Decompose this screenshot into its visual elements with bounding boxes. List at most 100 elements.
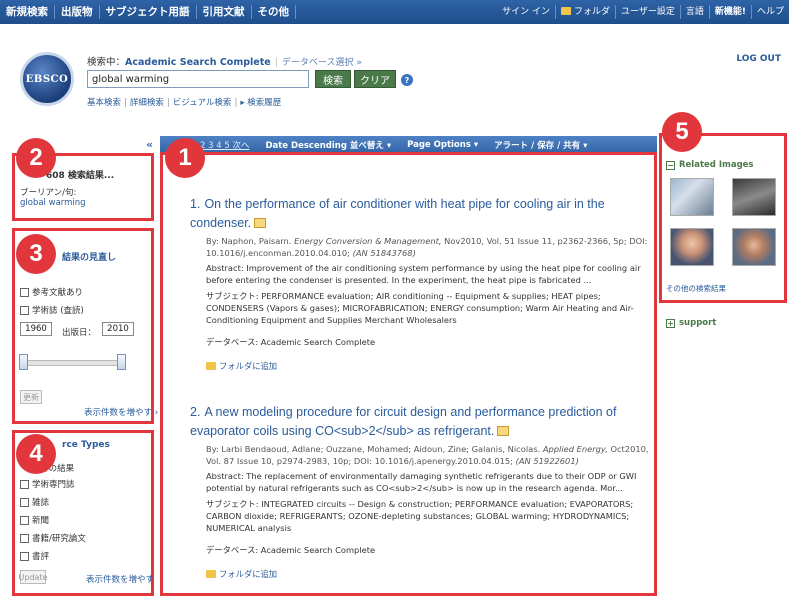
- refine-results-title: 結果の見直し: [62, 253, 117, 263]
- visual-search-link[interactable]: ビジュアル検索: [173, 98, 232, 108]
- logout-link[interactable]: LOG OUT: [736, 54, 781, 64]
- boolean-query[interactable]: global warming: [20, 198, 86, 208]
- related-image-thumbnail[interactable]: [670, 228, 714, 266]
- sort-dropdown[interactable]: Date Descending 並べ替え ▾: [265, 139, 391, 151]
- refine-update-button[interactable]: 更新: [20, 390, 42, 404]
- checkbox[interactable]: [20, 497, 29, 507]
- source-magazines[interactable]: 雑誌: [20, 496, 49, 508]
- full-text-icon[interactable]: [497, 426, 510, 436]
- result-title-text[interactable]: A new modeling procedure for circuit des…: [190, 405, 616, 438]
- source-show-more-link[interactable]: 表示件数を増やす: [86, 573, 154, 585]
- source-books[interactable]: 書籍/研究論文: [20, 532, 86, 544]
- collapse-left-panel-icon[interactable]: «: [146, 138, 153, 151]
- searching-database: 検索中：Academic Search Complete | データベース選択 »: [87, 57, 362, 68]
- nav-new-features[interactable]: 新機能!: [710, 5, 752, 19]
- expand-icon[interactable]: +: [666, 318, 675, 328]
- checkbox[interactable]: [20, 305, 29, 315]
- add-to-folder-link[interactable]: フォルダに追加: [206, 360, 650, 372]
- checkbox[interactable]: [20, 287, 29, 297]
- related-images-title[interactable]: − Related Images: [666, 160, 754, 170]
- scholarly-journals-label: 学術誌 (査読): [32, 306, 84, 316]
- nav-publications[interactable]: 出版物: [55, 5, 100, 19]
- result-subjects: サブジェクト: INTEGRATED circuits -- Design & …: [206, 499, 634, 533]
- result-title[interactable]: 2. A new modeling procedure for circuit d…: [190, 403, 650, 441]
- source-update-button[interactable]: Update: [19, 570, 48, 584]
- newspapers-label: 新聞: [32, 516, 50, 526]
- search-history-link[interactable]: ▸ 検索履歴: [240, 98, 281, 108]
- nav-new-search[interactable]: 新規検索: [0, 5, 55, 19]
- related-image-thumbnail[interactable]: [670, 178, 714, 216]
- source-newspapers[interactable]: 新聞: [20, 514, 49, 526]
- result-title[interactable]: 1. On the performance of air conditioner …: [190, 195, 650, 233]
- full-text-icon[interactable]: [254, 218, 267, 228]
- related-image-thumbnail[interactable]: [732, 178, 776, 216]
- folder-icon: [206, 570, 216, 578]
- ebsco-logo[interactable]: EBSCO: [20, 52, 74, 106]
- nav-help[interactable]: ヘルプ: [752, 5, 789, 19]
- searching-prefix: 検索中：: [87, 57, 126, 68]
- page: 新規検索 出版物 サブジェクト用語 引用文献 その他 サイン イン フォルダ ユ…: [0, 0, 789, 600]
- source-academic-journals[interactable]: 学術専門誌: [20, 478, 75, 490]
- pagination[interactable]: 2 3 4 5 次へ: [200, 139, 249, 151]
- results-toolbar: 2 3 4 5 次へ Date Descending 並べ替え ▾ Page O…: [160, 136, 657, 153]
- alert-save-share-dropdown[interactable]: アラート / 保存 / 共有 ▾: [494, 139, 587, 151]
- search-mode-links: 基本検索 | 詳細検索 | ビジュアル検索 | ▸ 検索履歴: [87, 98, 282, 108]
- result-subjects: サブジェクト: PERFORMANCE evaluation; AIR cond…: [206, 291, 634, 325]
- choose-databases-link[interactable]: データベース選択 »: [282, 58, 362, 68]
- checkbox[interactable]: [20, 479, 29, 489]
- top-navigation: 新規検索 出版物 サブジェクト用語 引用文献 その他 サイン イン フォルダ ユ…: [0, 0, 789, 24]
- search-button[interactable]: 検索: [315, 70, 351, 88]
- nav-cited-references[interactable]: 引用文献: [197, 5, 252, 19]
- advanced-search-link[interactable]: 詳細検索: [130, 98, 164, 108]
- related-image-thumbnail[interactable]: [732, 228, 776, 266]
- result-title-text[interactable]: On the performance of air conditioner wi…: [190, 197, 605, 230]
- peer-reviewed-option[interactable]: 学術誌 (査読): [20, 304, 84, 316]
- support-section[interactable]: + support: [666, 318, 716, 328]
- checkbox[interactable]: [20, 533, 29, 543]
- callout-badge-2: 2: [16, 138, 56, 178]
- nav-language[interactable]: 言語: [681, 5, 710, 19]
- checkbox[interactable]: [20, 551, 29, 561]
- add-to-folder-link[interactable]: フォルダに追加: [206, 568, 650, 580]
- magazines-label: 雑誌: [32, 498, 50, 508]
- result-database: データベース: Academic Search Complete: [206, 545, 376, 555]
- callout-badge-4: 4: [16, 434, 56, 474]
- page-options-dropdown[interactable]: Page Options ▾: [407, 140, 478, 150]
- publication-date-label: 出版日：: [62, 328, 97, 338]
- checkbox[interactable]: [20, 515, 29, 525]
- slider-handle-right[interactable]: [117, 354, 126, 370]
- result-citation: By: Larbi Bendaoud, Adlane; Ouzzane, Moh…: [206, 444, 649, 466]
- more-related-images-link[interactable]: その他の検索結果: [666, 283, 726, 294]
- search-input[interactable]: [87, 70, 309, 88]
- year-from-input[interactable]: 1960: [20, 322, 52, 336]
- result-abstract: Abstract: Improvement of the air conditi…: [206, 263, 641, 285]
- callout-badge-3: 3: [16, 234, 56, 274]
- add-to-folder-label: フォルダに追加: [219, 569, 278, 579]
- collapse-icon[interactable]: −: [666, 160, 675, 170]
- date-range-slider[interactable]: [22, 360, 126, 366]
- logo-text: EBSCO: [25, 73, 69, 85]
- full-text-option[interactable]: 参考文献あり: [20, 286, 83, 298]
- callout-badge-5: 5: [662, 112, 702, 152]
- academic-journals-label: 学術専門誌: [32, 480, 75, 490]
- result-item-1: 1. On the performance of air conditioner …: [190, 195, 650, 372]
- nav-folder[interactable]: フォルダ: [556, 5, 617, 19]
- nav-folder-label: フォルダ: [574, 7, 611, 17]
- clear-button[interactable]: クリア: [354, 70, 396, 88]
- database-name: Academic Search Complete: [125, 57, 271, 68]
- result-citation: By: Naphon, Paisarn. Energy Conversion &…: [206, 236, 648, 258]
- nav-more[interactable]: その他: [252, 5, 296, 19]
- books-label: 書籍/研究論文: [32, 534, 86, 544]
- basic-search-link[interactable]: 基本検索: [87, 98, 121, 108]
- folder-icon: [206, 362, 216, 370]
- nav-sign-in[interactable]: サイン イン: [497, 5, 557, 19]
- nav-preferences[interactable]: ユーザー設定: [616, 5, 681, 19]
- source-reviews[interactable]: 書評: [20, 550, 49, 562]
- refine-show-more-link[interactable]: 表示件数を増やす ›: [84, 406, 158, 418]
- nav-subject-terms[interactable]: サブジェクト用語: [100, 5, 197, 19]
- slider-handle-left[interactable]: [19, 354, 28, 370]
- year-to-input[interactable]: 2010: [102, 322, 134, 336]
- help-icon[interactable]: ?: [401, 74, 413, 86]
- result-count: 608 検索結果...: [46, 171, 115, 181]
- folder-icon: [561, 7, 572, 15]
